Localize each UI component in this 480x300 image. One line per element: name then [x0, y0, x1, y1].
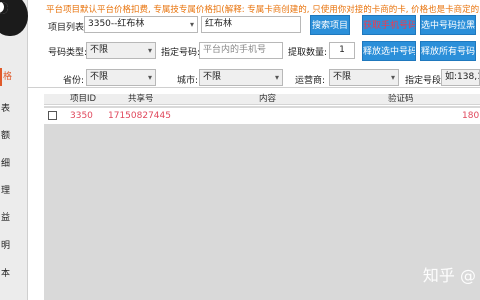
project-list-label: 项目列表:: [48, 23, 88, 33]
app-logo: [0, 0, 28, 36]
sidebar-item-1[interactable]: 表: [0, 100, 28, 118]
city-value: 不限: [203, 72, 222, 82]
sidebar-item-2[interactable]: 额: [0, 127, 28, 145]
cell-extra: 180: [462, 111, 480, 121]
header-project-id[interactable]: 项目ID: [70, 94, 96, 105]
release-all-button[interactable]: 释放所有号码: [420, 41, 476, 61]
phone-type-label: 号码类型:: [48, 48, 88, 58]
chevron-down-icon: ▾: [390, 73, 395, 82]
table-row[interactable]: 3350 17150827445 180: [44, 108, 480, 124]
watermark: 知乎 @: [422, 266, 476, 285]
sidebar-item-3[interactable]: 细: [0, 155, 28, 173]
sidebar-item-6[interactable]: 明: [0, 237, 28, 255]
release-selected-button[interactable]: 释放选中号码: [362, 41, 416, 61]
pricing-notice: 平台项目默认平台价格扣费, 专属技专属价格扣(解释: 专属卡商创建的, 只使用你…: [46, 5, 480, 14]
operator-value: 不限: [333, 72, 352, 82]
header-content[interactable]: 内容: [259, 94, 276, 105]
chevron-down-icon: ▾: [147, 46, 152, 55]
sidebar-item-5[interactable]: 益: [0, 209, 28, 227]
province-label: 省份:: [63, 76, 85, 86]
quantity-value: 1: [339, 45, 345, 55]
divider: [28, 87, 480, 88]
get-phone-button[interactable]: 获取手机号码: [362, 15, 416, 35]
designated-phone-input[interactable]: 平台内的手机号: [199, 42, 283, 59]
designated-phone-placeholder: 平台内的手机号: [203, 45, 267, 55]
sidebar-item-4[interactable]: 理: [0, 182, 28, 200]
segment-input[interactable]: 如:138,13: [441, 69, 480, 86]
cell-project-id: 3350: [70, 111, 93, 121]
header-shared-no[interactable]: 共享号: [128, 94, 154, 105]
project-search-input[interactable]: 红布林: [201, 16, 301, 33]
project-search-value: 红布林: [205, 19, 233, 29]
segment-label: 指定号段:: [405, 76, 445, 86]
table-body: [44, 106, 480, 300]
cell-shared-no: 17150827445: [108, 111, 171, 121]
sidebar: 格 表 额 细 理 益 明 本: [0, 0, 28, 300]
quantity-label: 提取数量:: [288, 48, 328, 58]
phone-type-select[interactable]: 不限 ▾: [86, 42, 156, 59]
city-select[interactable]: 不限 ▾: [199, 69, 283, 86]
search-project-button[interactable]: 搜索项目: [310, 15, 350, 35]
operator-label: 运营商:: [295, 76, 326, 86]
chevron-down-icon: ▾: [274, 73, 279, 82]
project-select[interactable]: 3350--红布林 ▾: [84, 16, 198, 33]
chevron-down-icon: ▾: [147, 73, 152, 82]
quantity-input[interactable]: 1: [329, 42, 355, 59]
chevron-down-icon: ▾: [189, 20, 194, 29]
row-checkbox[interactable]: [48, 111, 57, 120]
province-value: 不限: [90, 72, 109, 82]
operator-select[interactable]: 不限 ▾: [329, 69, 399, 86]
segment-value: 如:138,13: [445, 72, 479, 82]
sidebar-item-7[interactable]: 本: [0, 265, 28, 283]
table-header: 项目ID 共享号 内容 验证码: [44, 94, 480, 105]
phone-type-value: 不限: [90, 45, 109, 55]
header-code[interactable]: 验证码: [388, 94, 414, 105]
designated-phone-label: 指定号码:: [161, 48, 201, 58]
pull-black-button[interactable]: 选中号码拉黑: [420, 15, 476, 35]
province-select[interactable]: 不限 ▾: [86, 69, 156, 86]
city-label: 城市:: [177, 76, 199, 86]
moon-icon: [0, 2, 8, 14]
project-select-value: 3350--红布林: [88, 19, 145, 29]
sidebar-item-0[interactable]: 格: [0, 68, 28, 86]
